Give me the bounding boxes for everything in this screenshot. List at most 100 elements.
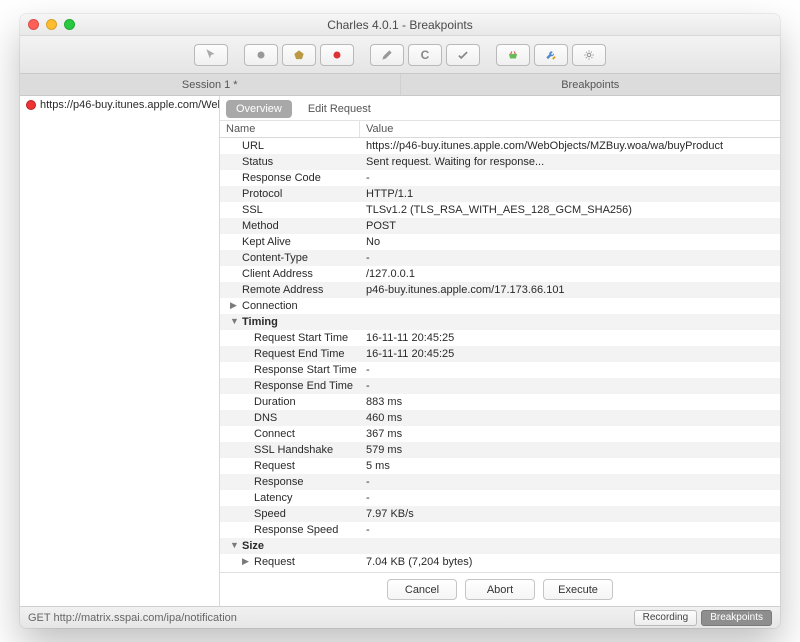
row-name: Remote Address <box>220 284 360 296</box>
row-name: Response <box>220 476 360 488</box>
table-row[interactable]: Content-Type- <box>220 250 780 266</box>
table-row[interactable]: Duration883 ms <box>220 394 780 410</box>
disclosure-triangle-icon[interactable]: ▼ <box>230 540 239 550</box>
table-row[interactable]: ▶Request7.04 KB (7,204 bytes) <box>220 554 780 570</box>
row-name: Response Start Time <box>220 364 360 376</box>
table-row[interactable]: Request Start Time16-11-11 20:45:25 <box>220 330 780 346</box>
row-name: Kept Alive <box>220 236 360 248</box>
record-icon[interactable] <box>320 44 354 66</box>
sidebar-item-label: https://p46-buy.itunes.apple.com/WebO <box>40 99 219 111</box>
execute-button[interactable]: Execute <box>543 579 613 600</box>
status-text: GET http://matrix.sspai.com/ipa/notifica… <box>28 612 237 624</box>
column-header-value[interactable]: Value <box>360 121 780 137</box>
action-buttons: Cancel Abort Execute <box>220 572 780 606</box>
pentagon-tool-icon[interactable] <box>282 44 316 66</box>
row-value: Sent request. Waiting for response... <box>360 156 780 168</box>
details-table-body[interactable]: URLhttps://p46-buy.itunes.apple.com/WebO… <box>220 138 780 572</box>
row-value: HTTP/1.1 <box>360 188 780 200</box>
table-row[interactable]: ▼Size <box>220 538 780 554</box>
table-row[interactable]: Request5 ms <box>220 458 780 474</box>
row-name: Speed <box>220 508 360 520</box>
tab-breakpoints[interactable]: Breakpoints <box>401 74 781 95</box>
table-row[interactable]: ▶Connection <box>220 298 780 314</box>
table-row[interactable]: Latency- <box>220 490 780 506</box>
table-row[interactable]: Response End Time- <box>220 378 780 394</box>
row-value: POST <box>360 220 780 232</box>
check-icon[interactable] <box>446 44 480 66</box>
row-name: Client Address <box>220 268 360 280</box>
row-name: URL <box>220 140 360 152</box>
traffic-lights <box>28 19 75 30</box>
row-value: No <box>360 236 780 248</box>
table-row[interactable]: Response Code- <box>220 170 780 186</box>
row-value: 579 ms <box>360 444 780 456</box>
breakpoints-button[interactable]: Breakpoints <box>701 610 772 626</box>
row-value: https://p46-buy.itunes.apple.com/WebObje… <box>360 140 780 152</box>
row-name: Connect <box>220 428 360 440</box>
table-row[interactable]: Response Start Time- <box>220 362 780 378</box>
row-name: Request End Time <box>220 348 360 360</box>
table-row[interactable]: DNS460 ms <box>220 410 780 426</box>
table-row[interactable]: Remote Addressp46-buy.itunes.apple.com/1… <box>220 282 780 298</box>
column-header-name[interactable]: Name <box>220 121 360 137</box>
sidebar-request-item[interactable]: https://p46-buy.itunes.apple.com/WebO <box>20 96 219 114</box>
row-value: /127.0.0.1 <box>360 268 780 280</box>
row-name: Response Speed <box>220 524 360 536</box>
table-row[interactable]: Response- <box>220 474 780 490</box>
basket-icon[interactable] <box>496 44 530 66</box>
table-header: Name Value <box>220 121 780 138</box>
table-row[interactable]: ProtocolHTTP/1.1 <box>220 186 780 202</box>
row-value: - <box>360 380 780 392</box>
row-name: Protocol <box>220 188 360 200</box>
row-name: SSL Handshake <box>220 444 360 456</box>
inner-tabs: Overview Edit Request <box>220 96 780 121</box>
tab-edit-request[interactable]: Edit Request <box>298 100 381 118</box>
table-row[interactable]: Request End Time16-11-11 20:45:25 <box>220 346 780 362</box>
table-row[interactable]: Speed7.97 KB/s <box>220 506 780 522</box>
table-row[interactable]: Client Address/127.0.0.1 <box>220 266 780 282</box>
cancel-button[interactable]: Cancel <box>387 579 457 600</box>
row-name: Response End Time <box>220 380 360 392</box>
row-value: - <box>360 524 780 536</box>
recording-button[interactable]: Recording <box>634 610 698 626</box>
table-row[interactable]: MethodPOST <box>220 218 780 234</box>
zoom-icon[interactable] <box>64 19 75 30</box>
row-value: p46-buy.itunes.apple.com/17.173.66.101 <box>360 284 780 296</box>
row-name: DNS <box>220 412 360 424</box>
session-tabs: Session 1 * Breakpoints <box>20 74 780 96</box>
content-area: https://p46-buy.itunes.apple.com/WebO Ov… <box>20 96 780 606</box>
status-bar: GET http://matrix.sspai.com/ipa/notifica… <box>20 606 780 628</box>
disclosure-triangle-icon[interactable]: ▼ <box>230 316 239 326</box>
gear-icon[interactable] <box>572 44 606 66</box>
row-value: 5 ms <box>360 460 780 472</box>
row-name: Content-Type <box>220 252 360 264</box>
row-name: ▶Request <box>220 556 360 568</box>
tab-session[interactable]: Session 1 * <box>20 74 401 95</box>
reload-icon[interactable]: C <box>408 44 442 66</box>
cursor-icon[interactable] <box>194 44 228 66</box>
table-row[interactable]: ▼Timing <box>220 314 780 330</box>
row-value: - <box>360 492 780 504</box>
disclosure-triangle-icon[interactable]: ▶ <box>230 300 237 311</box>
tab-overview[interactable]: Overview <box>226 100 292 118</box>
close-icon[interactable] <box>28 19 39 30</box>
pencil-icon[interactable] <box>370 44 404 66</box>
table-row[interactable]: URLhttps://p46-buy.itunes.apple.com/WebO… <box>220 138 780 154</box>
table-row[interactable]: SSL Handshake579 ms <box>220 442 780 458</box>
table-row[interactable]: Connect367 ms <box>220 426 780 442</box>
table-row[interactable]: StatusSent request. Waiting for response… <box>220 154 780 170</box>
wrench-icon[interactable] <box>534 44 568 66</box>
table-row[interactable]: Response Speed- <box>220 522 780 538</box>
abort-button[interactable]: Abort <box>465 579 535 600</box>
row-value: TLSv1.2 (TLS_RSA_WITH_AES_128_GCM_SHA256… <box>360 204 780 216</box>
row-name: Request Start Time <box>220 332 360 344</box>
table-row[interactable]: SSLTLSv1.2 (TLS_RSA_WITH_AES_128_GCM_SHA… <box>220 202 780 218</box>
disclosure-triangle-icon[interactable]: ▶ <box>242 556 249 567</box>
row-name: Status <box>220 156 360 168</box>
minimize-icon[interactable] <box>46 19 57 30</box>
table-row[interactable]: Kept AliveNo <box>220 234 780 250</box>
main-pane: Overview Edit Request Name Value URLhttp… <box>220 96 780 606</box>
circle-tool-icon[interactable] <box>244 44 278 66</box>
row-name: ▼Timing <box>220 316 360 328</box>
row-value: - <box>360 172 780 184</box>
